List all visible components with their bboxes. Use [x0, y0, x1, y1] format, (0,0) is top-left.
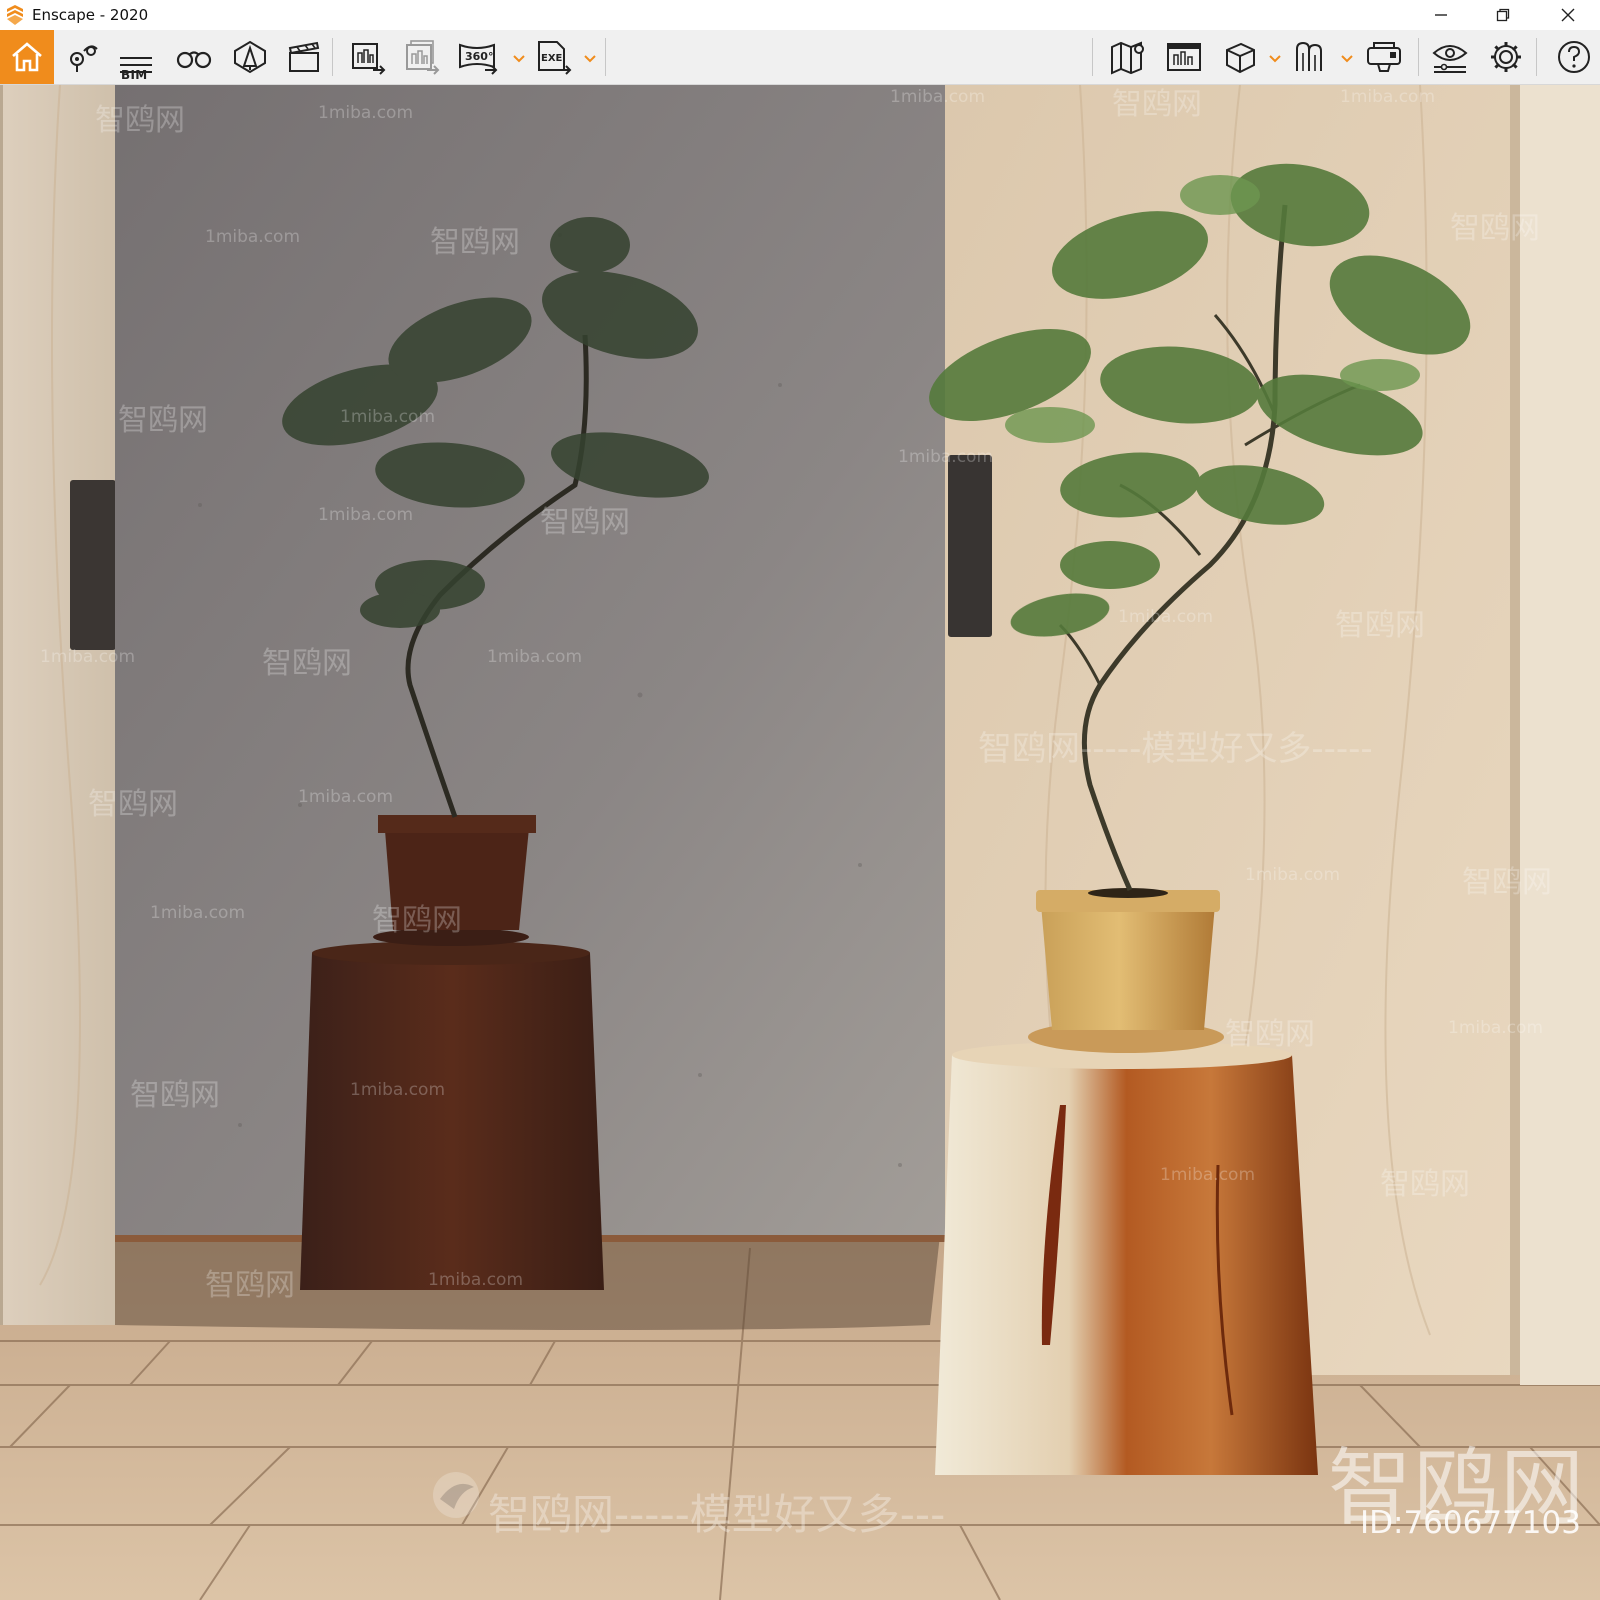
minimize-icon — [1435, 14, 1447, 16]
video-editor-icon — [288, 41, 320, 72]
watermark-site: 1miba.com — [1245, 865, 1341, 885]
watermark-site: 1miba.com — [890, 87, 986, 107]
watermark-site: 1miba.com — [150, 903, 246, 923]
watermark-brand: 智鸥网 — [130, 1078, 220, 1113]
watermark-id: ID:760677103 — [1360, 1505, 1581, 1541]
toolbar-separator — [332, 38, 333, 76]
map-button[interactable] — [1104, 30, 1152, 84]
help-button[interactable] — [1550, 30, 1598, 84]
enscape-logo-icon — [7, 5, 23, 25]
cube-icon — [1226, 42, 1255, 74]
render-export-button[interactable] — [344, 30, 392, 84]
info-panel-button[interactable] — [1160, 30, 1208, 84]
views-icon — [70, 45, 98, 72]
binoculars-button[interactable] — [170, 30, 218, 84]
watermark-site: 1miba.com — [1118, 607, 1214, 627]
bim-label: BIM — [121, 68, 148, 82]
close-button[interactable] — [1545, 0, 1591, 30]
watermark-site: 1miba.com — [340, 407, 436, 427]
watermark-site: 1miba.com — [1340, 87, 1436, 107]
chevron-down-icon[interactable] — [1268, 52, 1282, 66]
watermark-brand: 智鸥网 — [540, 505, 630, 540]
title-bar: Enscape - 2020 — [0, 0, 1600, 30]
watermark-site: 1miba.com — [318, 103, 414, 123]
batch-render-button[interactable] — [398, 30, 446, 84]
watermark-brand: 智鸥网 — [1225, 1017, 1315, 1052]
minimize-button[interactable] — [1418, 0, 1464, 30]
watermark-site: 1miba.com — [487, 647, 583, 667]
watermark-brand: 智鸥网 — [430, 225, 520, 260]
watermark-site: 1miba.com — [1448, 1018, 1544, 1038]
toolbar-separator — [1092, 38, 1093, 76]
panorama-button[interactable]: 360° — [454, 30, 502, 84]
bookmarks-icon — [1296, 41, 1322, 71]
views-button[interactable] — [58, 30, 106, 84]
watermark-site: 1miba.com — [428, 1270, 524, 1290]
rendered-scene — [0, 85, 1600, 1600]
close-icon — [1561, 8, 1575, 22]
watermark-slogan: 智鸥网-----模型好又多----- — [978, 729, 1373, 769]
asset-library-icon — [234, 40, 266, 74]
watermark-brand: 智鸥网 — [1462, 865, 1552, 900]
vr-headset-button[interactable] — [1360, 30, 1408, 84]
info-panel-icon — [1167, 43, 1201, 71]
watermark-site: 1miba.com — [318, 505, 414, 525]
restore-button[interactable] — [1480, 0, 1526, 30]
window-title: Enscape - 2020 — [32, 6, 149, 24]
asset-library-button[interactable] — [226, 30, 274, 84]
toolbar-separator — [1536, 38, 1537, 76]
home-button[interactable] — [0, 30, 54, 84]
toolbar-separator — [605, 38, 606, 76]
watermark-brand: 智鸥网 — [1112, 87, 1202, 122]
watermark-site: 1miba.com — [898, 447, 994, 467]
vr-headset-icon — [1367, 42, 1401, 72]
watermark-brand: 智鸥网 — [205, 1268, 295, 1303]
batch-render-icon — [406, 40, 440, 75]
visual-settings-icon — [1432, 45, 1468, 73]
exe-export-icon: EXE — [538, 41, 572, 75]
svg-text:360°: 360° — [465, 50, 493, 63]
settings-icon — [1491, 42, 1521, 72]
svg-text:EXE: EXE — [541, 53, 563, 64]
chevron-down-icon[interactable] — [583, 52, 597, 66]
watermark-brand: 智鸥网 — [118, 403, 208, 438]
watermark-site: 1miba.com — [1160, 1165, 1256, 1185]
render-export-icon — [352, 43, 386, 75]
watermark-brand: 智鸥网 — [1380, 1167, 1470, 1202]
watermark-site: 1miba.com — [350, 1080, 446, 1100]
chevron-down-icon[interactable] — [512, 52, 526, 66]
watermark-brand: 智鸥网 — [262, 646, 352, 681]
watermark-site: 1miba.com — [205, 227, 301, 247]
watermark-brand: 智鸥网 — [88, 787, 178, 822]
watermark-brand: 智鸥网 — [1335, 608, 1425, 643]
help-icon — [1558, 41, 1590, 73]
watermark-slogan-bottom: 智鸥网-----模型好又多--- — [488, 1490, 946, 1539]
render-viewport[interactable]: 智鸥网 1miba.com 1miba.com 1miba.com 智鸥网 1m… — [0, 85, 1600, 1600]
restore-icon — [1496, 8, 1510, 22]
map-icon — [1111, 41, 1144, 75]
video-editor-button[interactable] — [280, 30, 328, 84]
exe-export-button[interactable]: EXE — [530, 30, 578, 84]
toolbar: BIM 360° EXE — [0, 30, 1600, 109]
chevron-down-icon[interactable] — [1340, 52, 1354, 66]
watermark-brand: 智鸥网 — [1450, 211, 1540, 246]
watermark-site: 1miba.com — [40, 647, 136, 667]
visual-settings-button[interactable] — [1426, 30, 1474, 84]
settings-button[interactable] — [1482, 30, 1530, 84]
toolbar-separator — [1418, 38, 1419, 76]
watermark-brand: 智鸥网 — [372, 903, 462, 938]
watermark-logo-icon — [433, 1472, 479, 1518]
enscape-window: Enscape - 2020 BIM 360° EXE 智鸥网 1miba.co… — [0, 0, 1600, 1600]
panorama-360-icon: 360° — [459, 43, 498, 75]
bookmarks-button[interactable] — [1288, 30, 1336, 84]
binoculars-icon — [176, 51, 212, 69]
home-icon — [12, 42, 42, 72]
cube-button[interactable] — [1216, 30, 1264, 84]
watermark-site: 1miba.com — [298, 787, 394, 807]
watermark-brand: 智鸥网 — [95, 103, 185, 138]
